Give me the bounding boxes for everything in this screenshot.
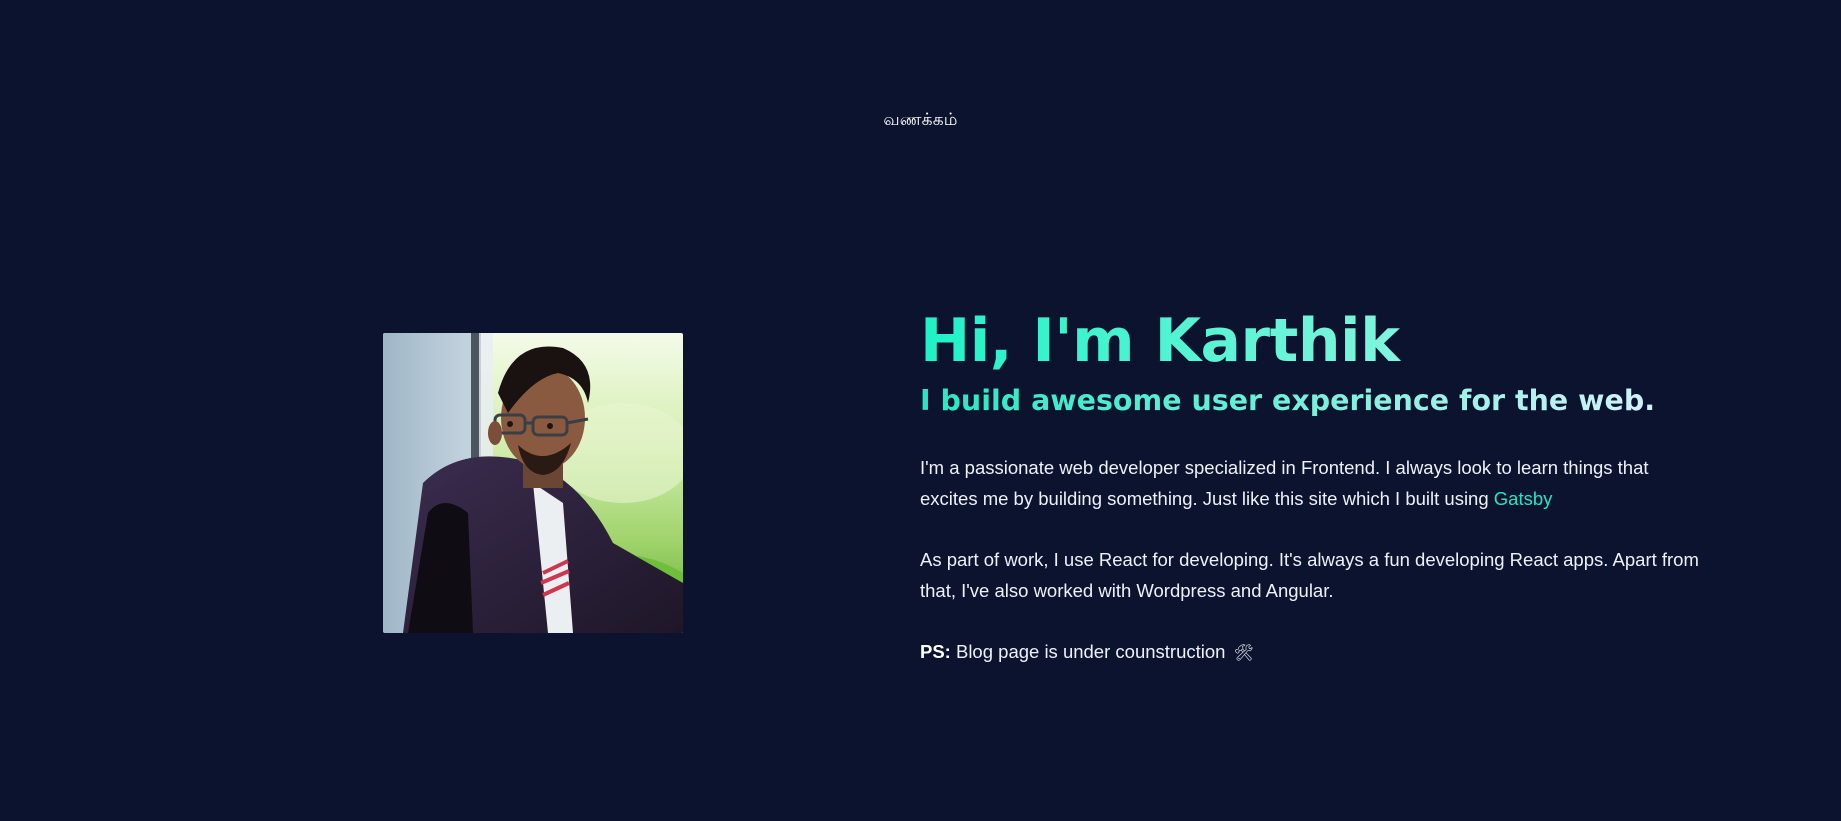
gatsby-link[interactable]: Gatsby [1494, 488, 1553, 509]
intro-section: Hi, I'm Karthik I build awesome user exp… [920, 300, 1700, 668]
page: வணக்கம் Hi, I'm Karthik I build awesome … [0, 0, 1841, 821]
about-paragraph-2: As part of work, I use React for develop… [920, 549, 1699, 601]
ps-label: PS: [920, 641, 951, 662]
ps-text: Blog page is under counstruction [950, 641, 1231, 662]
tools-icon: 🛠 [1233, 643, 1254, 662]
greeting-text: வணக்கம் [883, 110, 958, 130]
about-paragraph-1: I'm a passionate web developer specializ… [920, 452, 1700, 514]
ps-note: PS: Blog page is under counstruction 🛠 [920, 636, 1700, 668]
page-subtitle: I build awesome user experience for the … [920, 379, 1700, 423]
profile-photo-image [383, 333, 683, 633]
page-title: Hi, I'm Karthik [920, 300, 1700, 382]
profile-photo [383, 333, 683, 633]
